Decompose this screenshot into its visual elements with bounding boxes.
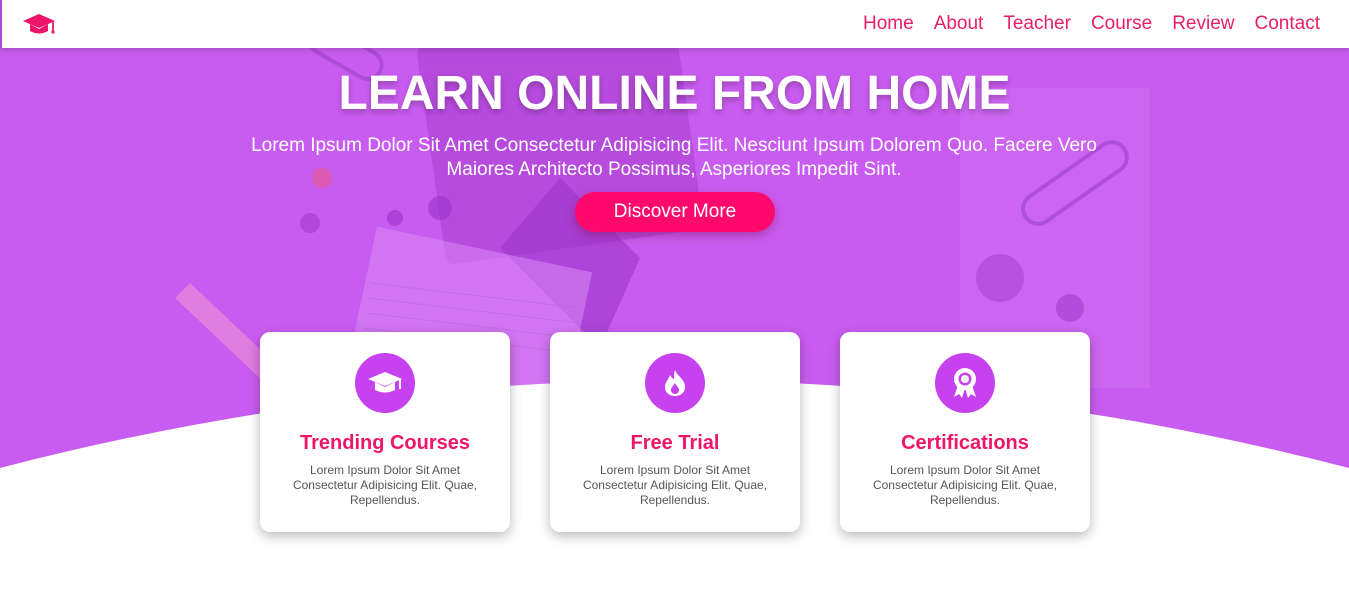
discover-more-button[interactable]: Discover More xyxy=(575,192,775,232)
feature-description: Lorem Ipsum Dolor Sit Amet Consectetur A… xyxy=(872,463,1058,507)
nav-link-contact[interactable]: Contact xyxy=(1255,11,1320,37)
nav-link-about[interactable]: About xyxy=(934,11,984,37)
nav-links: Home About Teacher Course Review Contact xyxy=(863,11,1320,37)
graduation-cap-icon[interactable] xyxy=(22,11,56,37)
graduation-cap-icon xyxy=(355,353,415,413)
feature-description: Lorem Ipsum Dolor Sit Amet Consectetur A… xyxy=(292,463,478,507)
nav-link-home[interactable]: Home xyxy=(863,11,914,37)
feature-card-trending-courses[interactable]: Trending Courses Lorem Ipsum Dolor Sit A… xyxy=(260,332,510,532)
hero-title: LEARN ONLINE FROM HOME xyxy=(338,67,1011,120)
hero-subtitle: Lorem Ipsum Dolor Sit Amet Consectetur A… xyxy=(251,135,1097,180)
feature-description: Lorem Ipsum Dolor Sit Amet Consectetur A… xyxy=(582,463,768,507)
feature-title: Trending Courses xyxy=(299,432,471,454)
nav-link-teacher[interactable]: Teacher xyxy=(1003,11,1071,37)
feature-title: Free Trial xyxy=(630,432,720,454)
feature-title: Certifications xyxy=(901,432,1029,454)
feature-card-certifications[interactable]: Certifications Lorem Ipsum Dolor Sit Ame… xyxy=(840,332,1090,532)
navbar: Home About Teacher Course Review Contact xyxy=(0,0,1349,48)
fire-icon xyxy=(645,353,705,413)
feature-card-free-trial[interactable]: Free Trial Lorem Ipsum Dolor Sit Amet Co… xyxy=(550,332,800,532)
nav-link-review[interactable]: Review xyxy=(1172,11,1234,37)
nav-link-course[interactable]: Course xyxy=(1091,11,1152,37)
award-icon xyxy=(935,353,995,413)
